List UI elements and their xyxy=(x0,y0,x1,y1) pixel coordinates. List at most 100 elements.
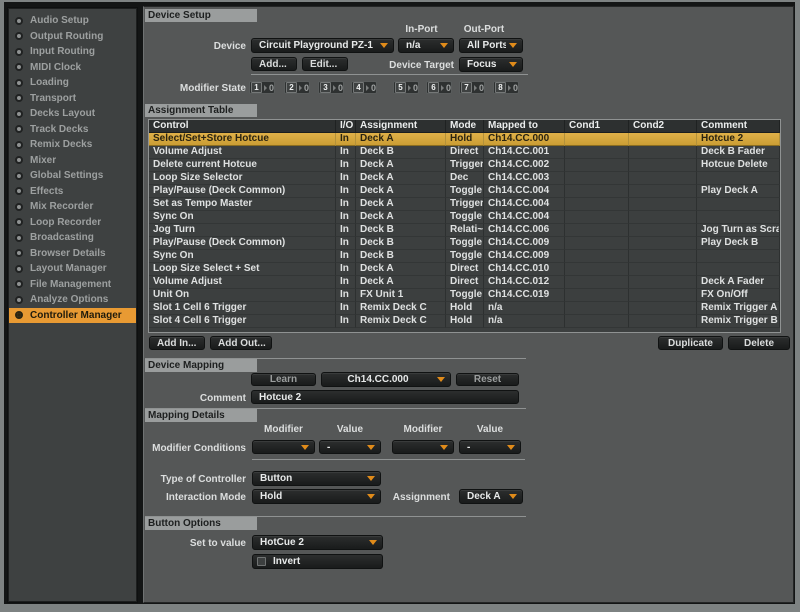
table-cell: Slot 1 Cell 6 Trigger xyxy=(149,302,336,315)
table-cell xyxy=(697,198,780,211)
table-cell: Ch14.CC.004 xyxy=(484,211,565,224)
table-cell xyxy=(565,315,629,328)
duplicate-button[interactable]: Duplicate xyxy=(658,336,723,350)
edit-device-button[interactable]: Edit... xyxy=(302,57,348,71)
radio-bullet-icon xyxy=(15,110,23,118)
table-cell: Loop Size Select + Set xyxy=(149,263,336,276)
modifier-number: 2 xyxy=(286,82,297,93)
type-of-controller-select[interactable]: Button xyxy=(252,471,381,486)
table-cell: Unit On xyxy=(149,289,336,302)
table-cell: Hold xyxy=(446,315,484,328)
table-cell: Ch14.CC.009 xyxy=(484,250,565,263)
sidebar-item-label: Track Decks xyxy=(30,124,88,135)
sidebar-item-label: Controller Manager xyxy=(30,310,122,321)
table-cell: Set as Tempo Master xyxy=(149,198,336,211)
modifier-value: 0 xyxy=(269,83,274,93)
add-out-button[interactable]: Add Out... xyxy=(210,336,272,350)
table-cell: In xyxy=(336,146,356,159)
value-1-select[interactable]: - xyxy=(319,440,381,454)
interaction-mode-label: Interaction Mode xyxy=(144,492,246,503)
table-row[interactable]: Unit OnInFX Unit 1ToggleCh14.CC.019FX On… xyxy=(149,289,780,302)
out-port-select-value: All Ports xyxy=(460,40,506,51)
sidebar-item-file-management[interactable]: File Management xyxy=(9,277,136,293)
table-header-row: ControlI/OAssignmentModeMapped toCond1Co… xyxy=(149,120,780,133)
table-row[interactable]: Play/Pause (Deck Common)InDeck BToggleCh… xyxy=(149,237,780,250)
sidebar-item-midi-clock[interactable]: MIDI Clock xyxy=(9,60,136,76)
set-to-value-label: Set to value xyxy=(144,538,246,549)
sidebar-item-effects[interactable]: Effects xyxy=(9,184,136,200)
assignment-select[interactable]: Deck A xyxy=(459,489,523,504)
sidebar-item-label: Browser Details xyxy=(30,248,106,259)
sidebar-item-output-routing[interactable]: Output Routing xyxy=(9,29,136,45)
learn-button[interactable]: Learn xyxy=(251,373,316,386)
table-cell: n/a xyxy=(484,315,565,328)
value-2-select[interactable]: - xyxy=(459,440,521,454)
sidebar-item-analyze-options[interactable]: Analyze Options xyxy=(9,292,136,308)
reset-button[interactable]: Reset xyxy=(456,373,519,386)
table-cell: Ch14.CC.009 xyxy=(484,237,565,250)
table-row[interactable]: Select/Set+Store HotcueInDeck AHoldCh14.… xyxy=(149,133,780,146)
sidebar-item-loading[interactable]: Loading xyxy=(9,75,136,91)
device-select[interactable]: Circuit Playground PZ-1 xyxy=(251,38,394,53)
radio-bullet-icon xyxy=(15,79,23,87)
radio-bullet-icon xyxy=(15,48,23,56)
table-row[interactable]: Delete current HotcueInDeck ATriggerCh14… xyxy=(149,159,780,172)
sidebar-item-input-routing[interactable]: Input Routing xyxy=(9,44,136,60)
sidebar-item-loop-recorder[interactable]: Loop Recorder xyxy=(9,215,136,231)
sidebar-item-broadcasting[interactable]: Broadcasting xyxy=(9,230,136,246)
modifier-2-select[interactable] xyxy=(392,440,454,454)
sidebar-item-controller-manager[interactable]: Controller Manager xyxy=(9,308,136,324)
table-cell xyxy=(629,211,697,224)
table-row[interactable]: Loop Size SelectorInDeck ADecCh14.CC.003 xyxy=(149,172,780,185)
sidebar-item-remix-decks[interactable]: Remix Decks xyxy=(9,137,136,153)
device-target-select[interactable]: Focus xyxy=(459,57,523,72)
table-row[interactable]: Play/Pause (Deck Common)InDeck AToggleCh… xyxy=(149,185,780,198)
table-row[interactable]: Slot 1 Cell 6 TriggerInRemix Deck CHoldn… xyxy=(149,302,780,315)
table-row[interactable]: Sync OnInDeck BToggleCh14.CC.009 xyxy=(149,250,780,263)
sidebar-item-browser-details[interactable]: Browser Details xyxy=(9,246,136,262)
sidebar-item-label: Mix Recorder xyxy=(30,201,93,212)
table-row[interactable]: Slot 4 Cell 6 TriggerInRemix Deck CHoldn… xyxy=(149,315,780,328)
sidebar-item-mixer[interactable]: Mixer xyxy=(9,153,136,169)
arrow-right-icon xyxy=(441,85,444,91)
table-cell xyxy=(565,211,629,224)
table-cell: In xyxy=(336,198,356,211)
modifier-1-select[interactable] xyxy=(252,440,315,454)
sidebar-item-decks-layout[interactable]: Decks Layout xyxy=(9,106,136,122)
table-row[interactable]: Volume AdjustInDeck BDirectCh14.CC.001De… xyxy=(149,146,780,159)
table-row[interactable]: Jog TurnInDeck BRelati~Ch14.CC.006Jog Tu… xyxy=(149,224,780,237)
sidebar-item-label: Layout Manager xyxy=(30,263,107,274)
table-cell: Sync On xyxy=(149,250,336,263)
table-cell xyxy=(565,263,629,276)
table-row[interactable]: Loop Size Select + SetInDeck ADirectCh14… xyxy=(149,263,780,276)
device-target-label: Device Target xyxy=(354,60,454,71)
chevron-down-icon xyxy=(369,540,377,545)
in-port-select[interactable]: n/a xyxy=(398,38,454,53)
sidebar-item-transport[interactable]: Transport xyxy=(9,91,136,107)
sidebar-item-mix-recorder[interactable]: Mix Recorder xyxy=(9,199,136,215)
invert-checkbox[interactable]: Invert xyxy=(252,554,383,569)
sidebar-item-global-settings[interactable]: Global Settings xyxy=(9,168,136,184)
set-to-value-select[interactable]: HotCue 2 xyxy=(252,535,383,550)
comment-input[interactable] xyxy=(251,390,519,404)
invert-label: Invert xyxy=(273,556,300,567)
table-cell: Deck B xyxy=(356,146,446,159)
table-cell xyxy=(629,198,697,211)
table-row[interactable]: Volume AdjustInDeck ADirectCh14.CC.012De… xyxy=(149,276,780,289)
sidebar-item-audio-setup[interactable]: Audio Setup xyxy=(9,13,136,29)
out-port-select[interactable]: All Ports xyxy=(459,38,523,53)
add-in-button[interactable]: Add In... xyxy=(149,336,205,350)
table-cell: Deck B Fader xyxy=(697,146,780,159)
mapped-control-select[interactable]: Ch14.CC.000 xyxy=(321,372,451,387)
modifier-state-label: Modifier State xyxy=(164,83,246,94)
table-row[interactable]: Sync OnInDeck AToggleCh14.CC.004 xyxy=(149,211,780,224)
table-cell: Comment xyxy=(697,120,780,133)
table-row[interactable]: Set as Tempo MasterInDeck ATriggerCh14.C… xyxy=(149,198,780,211)
add-device-button[interactable]: Add... xyxy=(251,57,297,71)
table-cell: Ch14.CC.002 xyxy=(484,159,565,172)
delete-button[interactable]: Delete xyxy=(728,336,790,350)
table-cell: Control xyxy=(149,120,336,133)
section-header-assignment-table: Assignment Table xyxy=(145,104,257,117)
sidebar-item-track-decks[interactable]: Track Decks xyxy=(9,122,136,138)
sidebar-item-layout-manager[interactable]: Layout Manager xyxy=(9,261,136,277)
